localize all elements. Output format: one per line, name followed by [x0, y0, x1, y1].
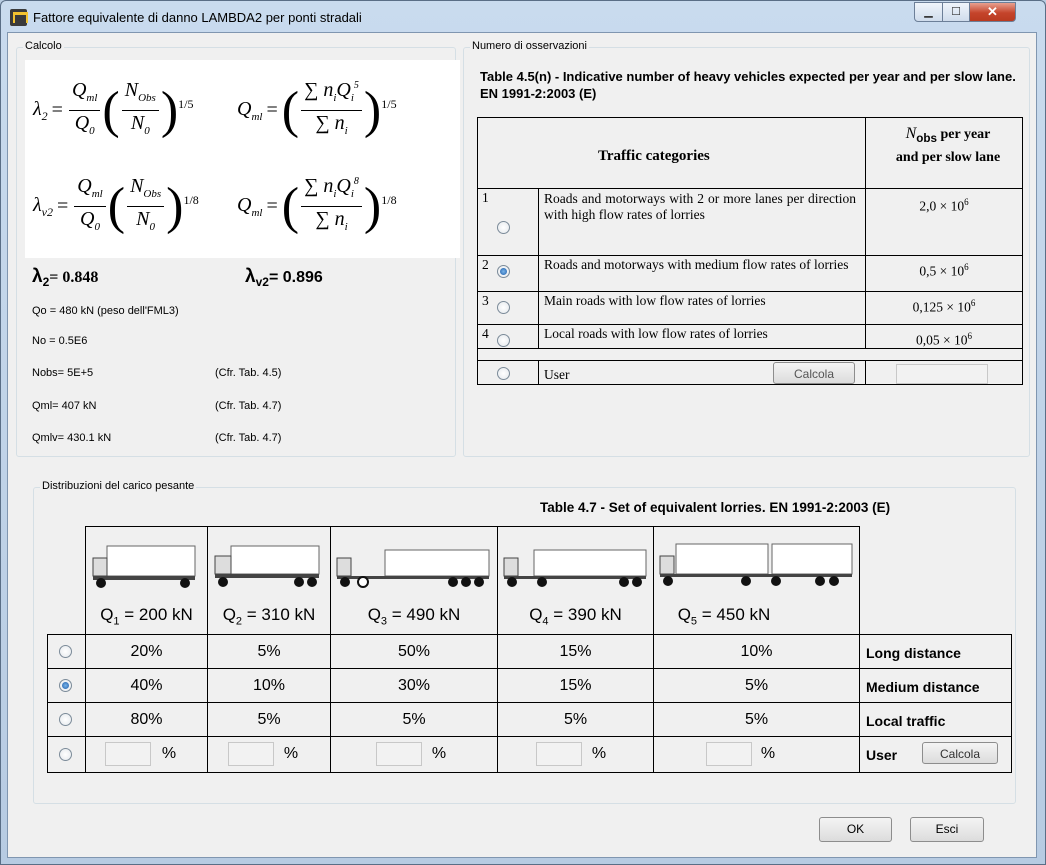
local-traffic-q4: 5% — [563, 711, 588, 728]
category-3-nobs: 0,125 × 106 — [912, 298, 976, 315]
minimize-button[interactable]: ▁ — [914, 2, 943, 22]
user-q3-pct: % — [431, 745, 447, 762]
long-distance-q2: 5% — [257, 643, 281, 660]
local-traffic-radio[interactable] — [59, 713, 72, 726]
header-nobs: Nobs per year and per slow lane — [895, 125, 1001, 165]
window-title: Fattore equivalente di danno LAMBDA2 per… — [33, 10, 362, 25]
lorry-4-icon — [503, 549, 647, 587]
user-q5-pct: % — [760, 745, 776, 762]
user-q4-field[interactable] — [536, 742, 582, 766]
lambdav2-result: λv2= 0.896 — [245, 266, 323, 290]
local-traffic-q2: 5% — [257, 711, 281, 728]
nobs-text: Nobs= 5E+5 — [32, 367, 94, 379]
qml-text: Qml= 407 kN — [32, 400, 97, 412]
category-2-nobs: 0,5 × 106 — [919, 262, 969, 279]
no-text: No = 0.5E6 — [32, 335, 88, 347]
esci-button[interactable]: Esci — [910, 817, 984, 842]
category-3-number: 3 — [482, 293, 489, 308]
lorry-2-label: Q2 = 310 kN — [222, 605, 316, 628]
category-4-nobs: 0,05 × 106 — [916, 331, 972, 348]
local-traffic-q3: 5% — [402, 711, 426, 728]
medium-distance-q2: 10% — [252, 677, 286, 694]
long-distance-q4: 15% — [559, 643, 592, 660]
medium-distance-radio[interactable] — [59, 679, 72, 692]
medium-distance-label: Medium distance — [866, 679, 980, 695]
numero-group-label: Numero di osservazioni — [470, 40, 589, 52]
nobs-user-field[interactable] — [896, 364, 988, 384]
lorry-1-icon — [92, 545, 196, 588]
user-distribution-label: User — [866, 747, 898, 763]
lorry-1-label: Q1 = 200 kN — [100, 605, 193, 628]
category-1-radio[interactable] — [497, 221, 510, 234]
lambda2-result: λ2= 0.848 — [32, 266, 99, 290]
lorry-3-label: Q3 = 490 kN — [367, 605, 461, 628]
medium-distance-q5: 5% — [744, 677, 769, 694]
lorry-3-icon — [336, 549, 490, 588]
category-3-text: Main roads with low flow rates of lorrie… — [544, 293, 766, 308]
nobs-calcola-button[interactable]: Calcola — [773, 362, 855, 384]
distribuzioni-group-label: Distribuzioni del carico pesante — [40, 480, 197, 492]
category-4-number: 4 — [482, 326, 489, 341]
category-4-radio[interactable] — [497, 334, 510, 347]
user-q5-field[interactable] — [706, 742, 752, 766]
qmlv-ref: (Cfr. Tab. 4.7) — [215, 432, 282, 444]
local-traffic-q1: 80% — [130, 711, 163, 728]
title-bar[interactable]: Fattore equivalente di danno LAMBDA2 per… — [1, 1, 1045, 33]
equivalent-lorries-table: Q1 = 200 kN Q2 = 310 kN Q3 = 490 kN Q4 =… — [47, 526, 1012, 792]
category-1-nobs: 2,0 × 106 — [919, 197, 969, 214]
category-2-number: 2 — [482, 257, 489, 272]
close-button[interactable]: ✕ — [969, 2, 1016, 22]
qo-text: Qo = 480 kN (peso dell'FML3) — [32, 305, 179, 317]
category-user-label: User — [544, 367, 570, 382]
long-distance-q5: 10% — [740, 643, 773, 660]
qmlv-text: Qmlv= 430.1 kN — [32, 432, 112, 444]
category-1-text: Roads and motorways with 2 or more lanes… — [544, 191, 856, 222]
long-distance-label: Long distance — [866, 645, 961, 661]
qml-ref: (Cfr. Tab. 4.7) — [215, 400, 282, 412]
lorry-5-icon — [659, 543, 853, 586]
user-q1-field[interactable] — [105, 742, 151, 766]
app-icon — [10, 9, 28, 26]
medium-distance-q4: 15% — [559, 677, 592, 694]
user-q2-field[interactable] — [228, 742, 274, 766]
lorry-2-icon — [214, 545, 320, 587]
lambda2-formula: λ2 = Qml Q0 ( NObs N0 ) 1/5 Qml = ( ∑ niQi5 ∑ … — [25, 60, 460, 170]
nobs-ref: (Cfr. Tab. 4.5) — [215, 367, 282, 379]
category-2-text: Roads and motorways with medium flow rat… — [544, 257, 849, 272]
table-4-5-title: Table 4.5(n) - Indicative number of heav… — [480, 69, 1016, 101]
user-q2-pct: % — [283, 745, 299, 762]
medium-distance-q3: 30% — [397, 677, 431, 694]
category-3-radio[interactable] — [497, 301, 510, 314]
ok-button[interactable]: OK — [819, 817, 892, 842]
category-user-radio[interactable] — [497, 367, 510, 380]
table-4-7-title: Table 4.7 - Set of equivalent lorries. E… — [540, 500, 891, 515]
calcolo-group-label: Calcolo — [23, 40, 64, 52]
local-traffic-q5: 5% — [744, 711, 769, 728]
user-distribution-radio[interactable] — [59, 748, 72, 761]
long-distance-radio[interactable] — [59, 645, 72, 658]
long-distance-q1: 20% — [130, 643, 163, 660]
maximize-button[interactable]: ☐ — [942, 2, 970, 22]
long-distance-q3: 50% — [397, 643, 431, 660]
lorry-5-label: Q5 = 450 kN — [677, 605, 771, 628]
category-1-number: 1 — [482, 190, 489, 205]
category-4-text: Local roads with low flow rates of lorri… — [544, 326, 768, 341]
header-traffic-categories: Traffic categories — [598, 148, 710, 164]
local-traffic-label: Local traffic — [866, 713, 946, 729]
medium-distance-q1: 40% — [130, 677, 163, 694]
user-q1-pct: % — [161, 745, 177, 762]
lambdav2-formula: λv2 = Qml Q0 ( NObs N0 ) 1/8 Qml = ( ∑ niQi8 ∑… — [25, 170, 460, 258]
user-q4-pct: % — [591, 745, 607, 762]
traffic-categories-table: Traffic categories Nobs per year and per… — [477, 117, 1023, 385]
distribution-calcola-button[interactable]: Calcola — [922, 742, 998, 764]
user-q3-field[interactable] — [376, 742, 422, 766]
lorry-4-label: Q4 = 390 kN — [529, 605, 622, 628]
category-2-radio[interactable] — [497, 265, 510, 278]
